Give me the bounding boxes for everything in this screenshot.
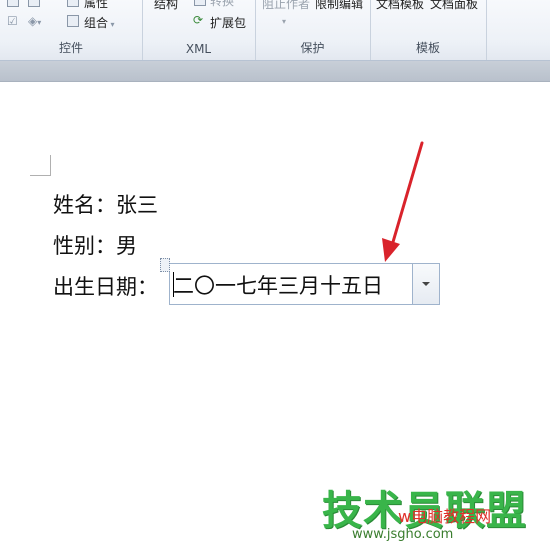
controls-group: ☑ ◈▾ 属性 组合 ▾ 控件 <box>0 0 143 60</box>
group-button[interactable]: 组合 ▾ <box>84 14 115 31</box>
name-line[interactable]: 姓名：张三 <box>53 189 158 219</box>
document-panel-button[interactable]: 文档面板 <box>430 0 478 12</box>
page-corner-mark <box>30 155 51 176</box>
expansion-pack-button[interactable]: 扩展包 <box>210 14 246 31</box>
group-button-label: 组合 <box>84 16 109 30</box>
block-authors-button[interactable]: 阻止作者 <box>262 0 310 12</box>
restrict-editing-button[interactable]: 限制编辑 <box>315 0 363 12</box>
legacy-tools-dropdown-icon[interactable]: ◈▾ <box>28 14 41 28</box>
controls-group-label: 控件 <box>58 41 83 55</box>
text-caret <box>173 272 174 297</box>
template-group-label: 模板 <box>415 41 440 55</box>
watermark-red-text: w电脑教程网 <box>398 507 492 526</box>
protect-group: 阻止作者 ▾ 限制编辑 保护 <box>255 0 371 60</box>
transform-icon <box>194 0 206 6</box>
ribbon-separator-band <box>0 61 550 82</box>
xml-group: 结构 转换 ⟳ 扩展包 XML <box>142 0 256 60</box>
date-picker-control[interactable]: 二〇一七年三月十五日 <box>160 258 440 305</box>
date-picker-value[interactable]: 二〇一七年三月十五日 <box>173 270 383 300</box>
chevron-down-icon: ▾ <box>108 20 115 29</box>
properties-button[interactable]: 属性 <box>84 0 108 11</box>
template-group: 文档模板 文档面板 模板 <box>370 0 487 60</box>
xml-group-label: XML <box>185 42 212 56</box>
protect-group-label: 保护 <box>300 41 325 55</box>
block-authors-chevron-icon: ▾ <box>282 17 287 26</box>
group-icon <box>67 15 79 27</box>
watermark-url: www.jsgho.com <box>352 527 454 542</box>
transform-button-label: 转换 <box>210 0 235 8</box>
ribbon: ☑ ◈▾ 属性 组合 ▾ 控件 结构 转换 ⟳ 扩展包 XML 阻止作者 ▾ 限… <box>0 0 550 61</box>
date-picker-dropdown-button[interactable] <box>412 263 440 305</box>
legacy-tools-icon[interactable] <box>28 0 40 7</box>
properties-icon <box>67 0 79 7</box>
content-control-handle[interactable] <box>160 258 170 272</box>
structure-button[interactable]: 结构 <box>154 0 178 12</box>
dropdown-arrow-icon <box>422 282 430 286</box>
birth-date-label[interactable]: 出生日期： <box>53 271 158 301</box>
expansion-pack-icon: ⟳ <box>193 13 204 27</box>
gender-line[interactable]: 性别：男 <box>53 230 137 260</box>
checkbox-icon[interactable]: ☑ <box>7 14 18 28</box>
checkbox-control-icon[interactable] <box>7 0 19 7</box>
document-template-button[interactable]: 文档模板 <box>376 0 424 12</box>
